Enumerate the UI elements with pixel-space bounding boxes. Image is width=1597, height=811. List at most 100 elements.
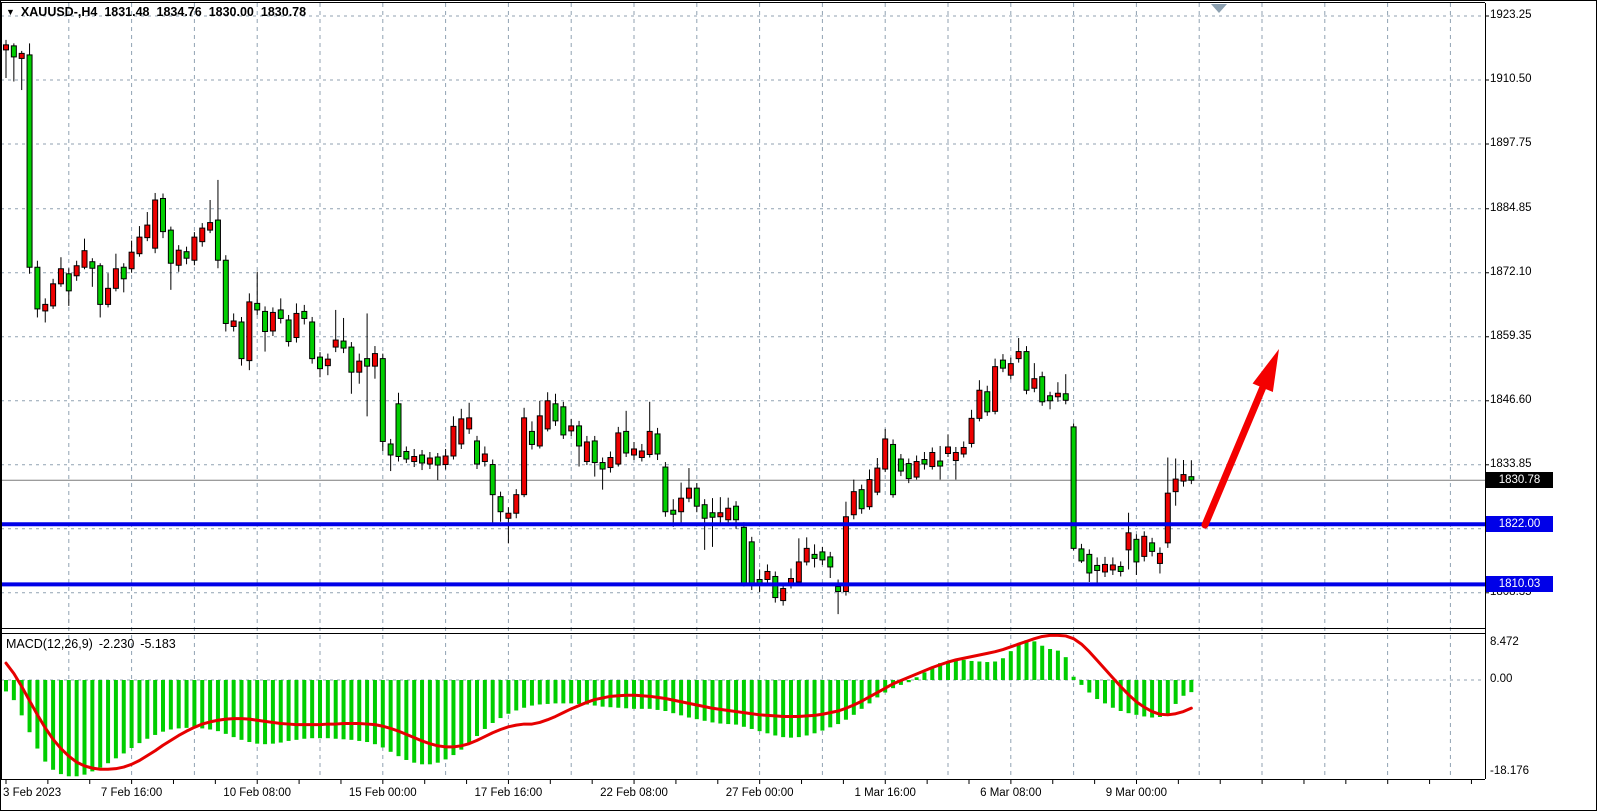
macd-histogram-bar xyxy=(145,680,149,739)
macd-histogram-bar xyxy=(255,680,259,744)
candle-body-down xyxy=(1087,554,1092,573)
macd-histogram-bar xyxy=(1142,680,1146,716)
candle-body-down xyxy=(349,347,354,372)
candle-body-up xyxy=(1008,364,1013,376)
macd-histogram-bar xyxy=(287,680,291,741)
candle-body-down xyxy=(1000,360,1005,368)
trend-arrow[interactable] xyxy=(1205,349,1279,525)
macd-histogram-bar xyxy=(483,680,487,729)
candle-body-up xyxy=(930,452,935,466)
macd-histogram-bar xyxy=(601,680,605,707)
candle-body-up xyxy=(514,495,519,514)
macd-histogram-bar xyxy=(1087,680,1091,693)
candle-body-down xyxy=(922,460,927,465)
candle-body-down xyxy=(255,303,260,310)
candle-body-up xyxy=(522,418,527,495)
trend-arrow-shaft[interactable] xyxy=(1205,382,1265,525)
macd-histogram-bar xyxy=(1134,680,1138,715)
candle-body-up xyxy=(875,468,880,492)
macd-histogram-bar xyxy=(695,680,699,719)
macd-histogram-bar xyxy=(663,680,667,711)
macd-histogram-bar xyxy=(185,680,189,728)
macd-histogram-bar xyxy=(381,680,385,747)
candle-body-up xyxy=(467,418,472,429)
candle-body-down xyxy=(561,407,566,435)
candle-body-down xyxy=(1079,549,1084,561)
candle-body-up xyxy=(357,361,362,372)
macd-histogram-bar xyxy=(90,680,94,771)
candle-body-down xyxy=(161,198,166,231)
candle-body-down xyxy=(741,527,746,583)
candle-body-down xyxy=(380,359,385,442)
macd-histogram-bar xyxy=(428,680,432,764)
candle-body-up xyxy=(74,266,79,276)
macd-histogram-bar xyxy=(569,680,573,703)
candle-body-down xyxy=(859,490,864,509)
macd-histogram-bar xyxy=(1182,680,1186,696)
macd-histogram-bar xyxy=(608,680,612,707)
candle-body-up xyxy=(1165,493,1170,543)
macd-histogram-bar xyxy=(114,680,118,758)
macd-histogram-bar xyxy=(491,680,495,723)
candle-body-down xyxy=(1024,352,1029,391)
candle-body-down xyxy=(702,505,707,519)
candle-body-up xyxy=(977,390,982,418)
candle-body-up xyxy=(1103,564,1108,572)
candle-body-up xyxy=(427,458,432,464)
macd-histogram-bar xyxy=(153,680,157,735)
macd-histogram-bar xyxy=(1009,651,1013,680)
candle-body-down xyxy=(671,510,676,514)
macd-histogram-bar xyxy=(773,680,777,735)
candle-body-up xyxy=(953,452,958,460)
candle-body-down xyxy=(341,341,346,348)
macd-histogram-bar xyxy=(577,680,581,704)
macd-histogram-bar xyxy=(1095,680,1099,699)
macd-histogram-bar xyxy=(711,680,715,722)
trend-arrow-head[interactable] xyxy=(1253,349,1279,392)
candle-body-up xyxy=(679,498,684,512)
candle-body-up xyxy=(867,480,872,507)
macd-histogram-bar xyxy=(977,662,981,680)
candle-body-up xyxy=(270,312,275,331)
candle-body-down xyxy=(1040,377,1045,402)
macd-histogram-bar xyxy=(1174,680,1178,704)
macd-histogram-bar xyxy=(106,680,110,763)
candle-body-down xyxy=(184,252,189,259)
macd-histogram-bar xyxy=(922,672,926,680)
chart-canvas[interactable] xyxy=(0,0,1597,811)
macd-histogram-bar xyxy=(561,680,565,703)
candle-body-down xyxy=(278,310,283,319)
candle-body-down xyxy=(891,444,896,494)
macd-histogram-bar xyxy=(43,680,47,762)
candle-body-up xyxy=(19,53,24,58)
candle-body-down xyxy=(1095,565,1100,570)
candle-body-down xyxy=(906,464,911,479)
macd-histogram-bar xyxy=(365,680,369,742)
macd-histogram-bar xyxy=(765,680,769,733)
macd-histogram-bar xyxy=(1032,641,1036,680)
candle-body-up xyxy=(333,340,338,347)
candle-body-down xyxy=(773,576,778,597)
candle-body-down xyxy=(121,267,126,279)
chart-shift-marker-icon xyxy=(1211,4,1227,13)
macd-histogram-bar xyxy=(805,680,809,735)
macd-histogram-bar xyxy=(357,680,361,741)
macd-histogram-bar xyxy=(459,680,463,750)
macd-histogram-bar xyxy=(83,680,87,775)
macd-histogram-bar xyxy=(546,680,550,704)
macd-histogram-bar xyxy=(781,680,785,737)
macd-histogram-bar xyxy=(263,680,267,744)
candle-body-up xyxy=(718,513,723,517)
candle-body-down xyxy=(577,426,582,446)
macd-histogram-bar xyxy=(67,680,71,776)
candle-body-up xyxy=(1173,479,1178,492)
candle-body-up xyxy=(1126,533,1131,550)
macd-histogram-bar xyxy=(192,680,196,728)
macd-histogram-bar xyxy=(169,680,173,730)
candle-body-up xyxy=(545,401,550,429)
macd-histogram-bar xyxy=(797,680,801,737)
macd-histogram-bar xyxy=(820,680,824,731)
candle-body-up xyxy=(325,359,330,366)
macd-histogram-bar xyxy=(98,680,102,768)
macd-histogram-bar xyxy=(271,680,275,744)
